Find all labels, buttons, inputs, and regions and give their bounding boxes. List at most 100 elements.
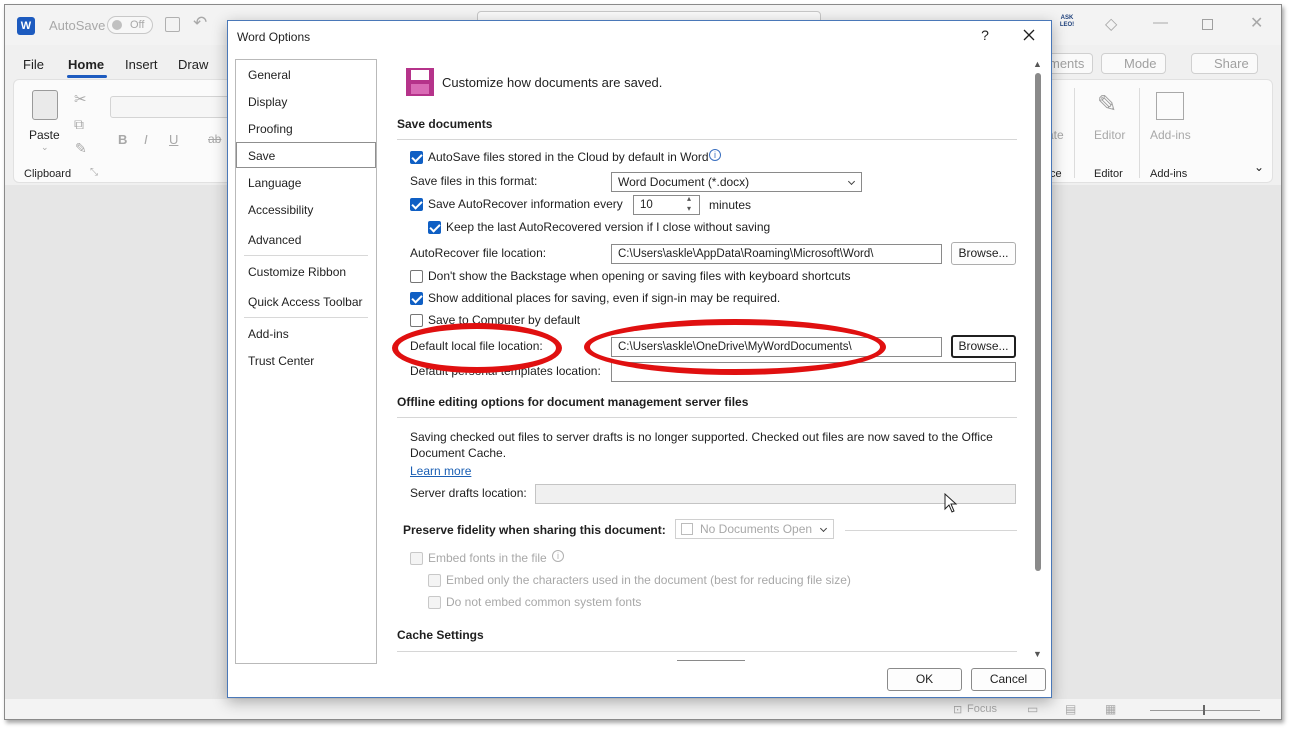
cache-field-partial [677,660,745,664]
keep-last-checkbox[interactable] [428,221,441,234]
active-tab-underline [67,75,107,78]
font-name-box[interactable] [110,96,234,118]
mode-button[interactable]: Mode [1101,53,1166,74]
zoom-slider[interactable] [1150,710,1260,711]
no-backstage-label[interactable]: Don't show the Backstage when opening or… [428,269,851,283]
autorecover-location-field[interactable]: C:\Users\askle\AppData\Roaming\Microsoft… [611,244,942,264]
save-computer-label[interactable]: Save to Computer by default [428,313,580,327]
no-common-fonts-label[interactable]: Do not embed common system fonts [446,595,641,609]
read-mode-icon[interactable]: ▭ [1027,702,1038,716]
addins-icon[interactable] [1156,92,1184,120]
no-backstage-checkbox[interactable] [410,270,423,283]
nav-item-trust-center[interactable]: Trust Center [248,354,314,368]
toggle-state: Off [130,19,145,31]
collapse-ribbon-icon[interactable]: ⌄ [1254,160,1264,174]
editor-button-label[interactable]: Editor [1094,128,1125,142]
default-local-browse-button[interactable]: Browse... [951,335,1016,358]
embed-only-label[interactable]: Embed only the characters used in the do… [446,573,851,587]
autosave-cloud-checkbox[interactable] [410,151,423,164]
web-layout-icon[interactable]: ▦ [1105,702,1116,716]
info-icon[interactable]: i [709,149,721,161]
zoom-slider-thumb[interactable] [1203,705,1205,715]
cancel-button[interactable]: Cancel [971,668,1046,691]
autorecover-label[interactable]: Save AutoRecover information every [428,197,623,211]
additional-places-label[interactable]: Show additional places for saving, even … [428,291,780,305]
nav-item-advanced[interactable]: Advanced [248,233,301,247]
ok-button[interactable]: OK [887,668,962,691]
learn-more-link[interactable]: Learn more [410,464,471,478]
mouse-pointer-icon [944,493,958,513]
strikethrough-button[interactable]: ab [208,132,221,146]
templates-field[interactable] [611,362,1016,382]
underline-button[interactable]: U [169,132,178,147]
keep-last-label[interactable]: Keep the last AutoRecovered version if I… [446,220,770,234]
addins-button-label[interactable]: Add-ins [1150,128,1191,142]
fidelity-document-select[interactable]: No Documents Open [675,519,834,539]
paste-icon[interactable] [32,90,58,120]
tab-file[interactable]: File [23,57,44,72]
stepper-down-icon[interactable]: ▾ [687,204,691,213]
nav-item-proofing[interactable]: Proofing [248,122,293,136]
templates-label: Default personal templates location: [410,364,601,378]
scroll-thumb[interactable] [1035,73,1041,571]
addins-group-label: Add-ins [1150,168,1188,180]
window-close-icon[interactable]: ✕ [1250,13,1263,33]
embed-only-checkbox[interactable] [428,574,441,587]
nav-item-display[interactable]: Display [248,95,287,109]
print-layout-icon[interactable]: ▤ [1065,702,1076,716]
tab-insert[interactable]: Insert [125,57,158,72]
tab-home[interactable]: Home [68,57,104,72]
options-content: Customize how documents are saved. Save … [385,59,1025,664]
tab-draw[interactable]: Draw [178,57,208,72]
embed-fonts-label[interactable]: Embed fonts in the file [428,551,547,565]
nav-item-general[interactable]: General [248,68,291,82]
italic-button[interactable]: I [144,132,148,147]
no-common-fonts-checkbox[interactable] [428,596,441,609]
undo-icon[interactable]: ↶ [193,13,207,33]
additional-places-checkbox[interactable] [410,292,423,305]
embed-fonts-checkbox[interactable] [410,552,423,565]
save-format-select[interactable]: Word Document (*.docx) [611,172,862,192]
nav-item-add-ins[interactable]: Add-ins [248,327,289,341]
embed-info-icon[interactable]: i [552,550,564,562]
autorecover-checkbox[interactable] [410,198,423,211]
help-button[interactable]: ? [978,27,992,43]
editor-icon[interactable]: ✎ [1097,90,1125,118]
cut-icon[interactable]: ✂ [74,90,87,108]
nav-item-accessibility[interactable]: Accessibility [248,203,313,217]
content-scrollbar[interactable]: ▲ ▼ [1032,59,1044,663]
scroll-up-icon[interactable]: ▲ [1033,59,1042,69]
toggle-knob [112,20,122,30]
bold-button[interactable]: B [118,132,127,147]
nav-item-language[interactable]: Language [248,176,301,190]
close-button[interactable] [1018,24,1040,46]
clipboard-group-label: Clipboard [24,168,72,180]
autosave-cloud-label[interactable]: AutoSave files stored in the Cloud by de… [428,150,709,164]
autorecover-browse-button[interactable]: Browse... [951,242,1016,265]
editor-group-label: Editor [1094,168,1123,180]
clipboard-launcher-icon[interactable]: ⤡ [90,167,98,178]
paste-chevron-icon[interactable]: ⌄ [41,142,49,153]
fidelity-heading: Preserve fidelity when sharing this docu… [403,523,666,537]
format-painter-icon[interactable]: ✎ [75,140,87,157]
diamond-icon[interactable]: ◇ [1105,14,1117,34]
nav-item-save[interactable]: Save [248,149,275,163]
scroll-down-icon[interactable]: ▼ [1033,649,1042,659]
nav-item-customize-ribbon[interactable]: Customize Ribbon [248,265,346,279]
minimize-icon[interactable]: — [1153,14,1168,31]
copy-icon[interactable]: ⧉ [74,116,84,133]
focus-icon[interactable]: ⊡ [953,703,962,716]
nav-item-quick-access-toolbar[interactable]: Quick Access Toolbar [248,295,363,309]
focus-label[interactable]: Focus [967,703,997,715]
paste-label[interactable]: Paste [29,128,60,142]
autosave-toggle[interactable]: Off [107,16,153,34]
maximize-icon[interactable] [1202,19,1213,30]
stepper-up-icon[interactable]: ▴ [687,194,691,203]
save-computer-checkbox[interactable] [410,314,423,327]
share-button[interactable]: Share [1191,53,1258,74]
status-bar: ⊡ Focus ▭ ▤ ▦ [5,699,1281,719]
default-local-field[interactable]: C:\Users\askle\OneDrive\MyWordDocuments\ [611,337,942,357]
section-divider [845,530,1017,531]
save-documents-heading: Save documents [397,117,493,131]
save-icon[interactable] [165,17,180,32]
